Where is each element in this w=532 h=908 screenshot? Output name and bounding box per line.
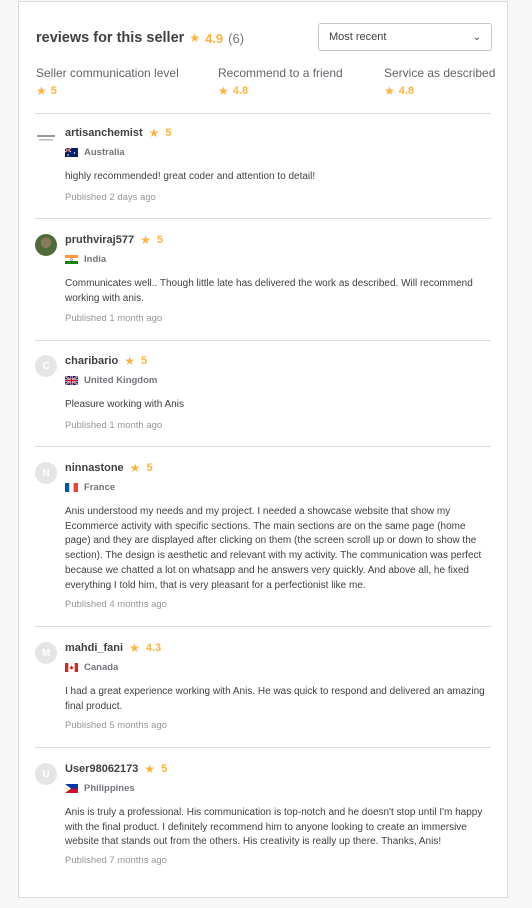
uk-flag-icon: [65, 376, 78, 385]
overall-rating: 4.9: [205, 30, 224, 46]
metric-value: 5: [50, 85, 57, 97]
metric-label: Seller communication level: [36, 66, 179, 80]
metric-service: Service as described ★ 4.8: [384, 66, 495, 97]
star-icon: ★: [218, 84, 229, 98]
star-icon: ★: [144, 762, 156, 776]
sort-dropdown[interactable]: Most recent ⌄: [318, 23, 492, 51]
review-date: Published 7 months ago: [65, 855, 167, 866]
review-date: Published 1 month ago: [65, 420, 163, 431]
logo-avatar-icon: [37, 135, 55, 141]
review-text: Pleasure working with Anis: [65, 399, 184, 410]
divider: [35, 446, 491, 447]
avatar: [35, 234, 57, 256]
review-rating: 4.3: [145, 642, 162, 654]
star-icon: ★: [124, 354, 135, 368]
star-icon: ★: [36, 84, 47, 98]
star-icon: ★: [384, 84, 395, 98]
reviewer-name[interactable]: charibario: [65, 355, 118, 367]
star-icon: ★: [129, 641, 140, 655]
star-icon: ★: [140, 233, 151, 247]
review-text: highly recommended! great coder and atte…: [65, 171, 316, 182]
star-icon: ★: [148, 126, 160, 140]
review-rating: 5: [165, 127, 172, 139]
review-text: I had a great experience working with An…: [65, 686, 485, 712]
divider: [35, 340, 491, 341]
sort-dropdown-label: Most recent: [329, 31, 387, 43]
reviewer-country: India: [84, 254, 107, 265]
canada-flag-icon: [65, 663, 78, 672]
philippines-flag-icon: [65, 784, 78, 793]
india-flag-icon: [65, 255, 78, 264]
avatar: N: [35, 462, 57, 484]
reviews-title: reviews for this seller: [36, 30, 185, 46]
australia-flag-icon: [65, 148, 78, 157]
review-text: Anis understood my needs and my project.…: [65, 506, 482, 591]
avatar: [35, 127, 57, 149]
review-rating: 5: [161, 763, 168, 775]
avatar: C: [35, 355, 57, 377]
metric-label: Service as described: [384, 66, 496, 80]
reviewer-name[interactable]: artisanchemist: [65, 127, 143, 139]
divider: [35, 747, 491, 748]
reviewer-name[interactable]: mahdi_fani: [65, 642, 123, 654]
review-count: (6): [228, 30, 245, 46]
france-flag-icon: [65, 483, 78, 492]
chevron-down-icon: ⌄: [472, 31, 481, 43]
metric-value: 4.8: [398, 85, 415, 97]
reviewer-country: United Kingdom: [84, 375, 158, 386]
star-icon: ★: [129, 461, 141, 475]
reviewer-name[interactable]: pruthviraj577: [65, 234, 134, 246]
reviewer-country: Philippines: [84, 783, 135, 794]
avatar: U: [35, 763, 57, 785]
avatar: M: [35, 642, 57, 664]
reviewer-name[interactable]: User98062173: [65, 763, 138, 775]
review-rating: 5: [156, 234, 163, 246]
metric-label: Recommend to a friend: [218, 66, 343, 80]
divider: [35, 218, 491, 219]
metric-communication: Seller communication level ★ 5: [36, 66, 179, 97]
review-text: Communicates well.. Though little late h…: [65, 278, 473, 304]
reviews-panel: reviews for this seller ★ 4.9 (6) Most r…: [18, 1, 508, 898]
review-rating: 5: [140, 355, 148, 367]
review-date: Published 2 days ago: [65, 192, 156, 203]
metric-value: 4.8: [232, 85, 249, 97]
reviews-header: reviews for this seller ★ 4.9 (6): [36, 30, 244, 46]
review-rating: 5: [146, 462, 153, 474]
reviewer-country: Canada: [84, 662, 119, 673]
review-date: Published 5 months ago: [65, 720, 167, 731]
review-date: Published 1 month ago: [65, 313, 163, 324]
divider: [35, 626, 491, 627]
reviewer-country: France: [84, 482, 116, 493]
reviewer-country: Australia: [84, 147, 125, 158]
review-date: Published 4 months ago: [65, 599, 167, 610]
star-icon: ★: [189, 31, 201, 45]
reviewer-name[interactable]: ninnastone: [65, 462, 124, 474]
divider: [35, 113, 491, 114]
metric-recommend: Recommend to a friend ★ 4.8: [218, 66, 343, 97]
review-text: Anis is truly a professional. His commun…: [65, 807, 483, 848]
